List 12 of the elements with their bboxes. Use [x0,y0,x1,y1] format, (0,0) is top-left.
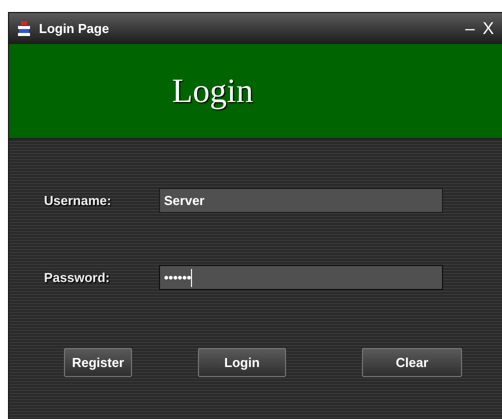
header-title: Login [172,72,254,112]
field-label: Password: [44,268,111,287]
app-icon [17,20,31,36]
register-button[interactable]: Register [64,348,132,377]
username-field[interactable]: Server [159,188,443,213]
window-title: Login Page [39,20,110,38]
password-field[interactable]: •••••• [159,265,443,290]
login-button[interactable]: Login [198,348,286,377]
close-button[interactable]: X [482,16,494,42]
field-label: Username: [44,192,112,210]
clear-button[interactable]: Clear [362,348,462,377]
minimize-button[interactable]: – [465,16,475,42]
